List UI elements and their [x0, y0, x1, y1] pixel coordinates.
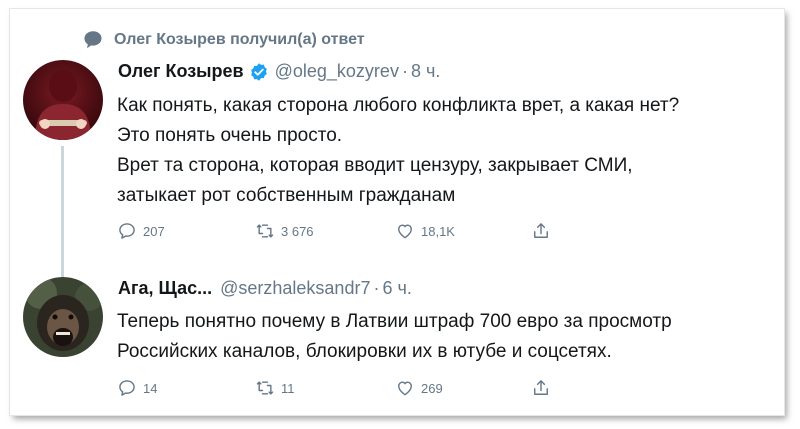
- tweet-text: Как понять, какая сторона любого конфлик…: [117, 91, 679, 211]
- retweet-icon: [256, 224, 274, 238]
- timestamp[interactable]: 6 ч.: [382, 278, 411, 299]
- like-count: 269: [421, 380, 443, 396]
- tweet-thread-card: Олег Козырев получил(а) ответ Олег Козыр…: [10, 9, 784, 415]
- tweet-header: Ага, Щас... @serzhaleksandr7 · 6 ч.: [118, 278, 412, 299]
- retweet-button[interactable]: 3 676: [255, 221, 314, 241]
- avatar-image: [23, 60, 103, 140]
- tweet-actions: 14 11 269: [117, 378, 557, 402]
- timestamp[interactable]: 8 ч.: [411, 61, 440, 82]
- like-button[interactable]: 269: [395, 378, 443, 398]
- like-count: 18,1K: [421, 223, 455, 239]
- author-name[interactable]: Ага, Щас...: [118, 278, 212, 299]
- tweet-text-line: затыкает рот собственным гражданам: [117, 185, 456, 206]
- avatar[interactable]: [23, 60, 103, 140]
- reply-context[interactable]: Олег Козырев получил(а) ответ: [82, 29, 365, 51]
- retweet-count: 11: [281, 380, 295, 396]
- comment-bubble-icon: [84, 31, 102, 49]
- like-icon: [398, 224, 412, 239]
- tweet-text-line: Как понять, какая сторона любого конфлик…: [117, 95, 680, 116]
- tweet-text: Теперь понятно почему в Латвии штраф 700…: [117, 307, 672, 367]
- share-button[interactable]: [531, 378, 551, 398]
- reply-count: 207: [143, 223, 165, 239]
- reply-icon: [119, 380, 135, 396]
- author-handle[interactable]: @serzhaleksandr7: [220, 278, 370, 299]
- reply-icon: [119, 223, 135, 239]
- share-button[interactable]: [531, 221, 551, 241]
- verified-badge-icon: [250, 62, 267, 81]
- reply-count: 14: [143, 380, 158, 396]
- tweet-actions: 207 3 676 18,1K: [117, 221, 557, 245]
- retweet-count: 3 676: [281, 223, 314, 239]
- author-handle[interactable]: @oleg_kozyrev: [275, 61, 399, 82]
- tweet-text-line: Российских каналов, блокировки их в ютуб…: [117, 341, 612, 362]
- tweet-text-line: Врет та сторона, которая вводит цензуру,…: [117, 155, 633, 176]
- reply-button[interactable]: 14: [117, 378, 157, 398]
- author-name[interactable]: Олег Козырев: [118, 61, 244, 82]
- share-icon: [534, 380, 548, 395]
- thread-connector-line: [61, 146, 64, 281]
- avatar-image: [23, 277, 103, 357]
- like-button[interactable]: 18,1K: [395, 221, 455, 241]
- tweet-text-line: Теперь понятно почему в Латвии штраф 700…: [117, 311, 672, 332]
- separator-dot: ·: [373, 278, 380, 298]
- share-icon: [534, 223, 548, 238]
- tweet-header: Олег Козырев @oleg_kozyrev · 8 ч.: [118, 61, 440, 82]
- tweet-text-line: Это понять очень просто.: [117, 125, 343, 146]
- reply-button[interactable]: 207: [117, 221, 165, 241]
- reply-context-text: Олег Козырев получил(а) ответ: [114, 31, 365, 48]
- separator-dot: ·: [401, 61, 408, 81]
- avatar[interactable]: [23, 277, 103, 357]
- retweet-icon: [256, 381, 274, 395]
- retweet-button[interactable]: 11: [255, 378, 295, 398]
- like-icon: [398, 381, 412, 396]
